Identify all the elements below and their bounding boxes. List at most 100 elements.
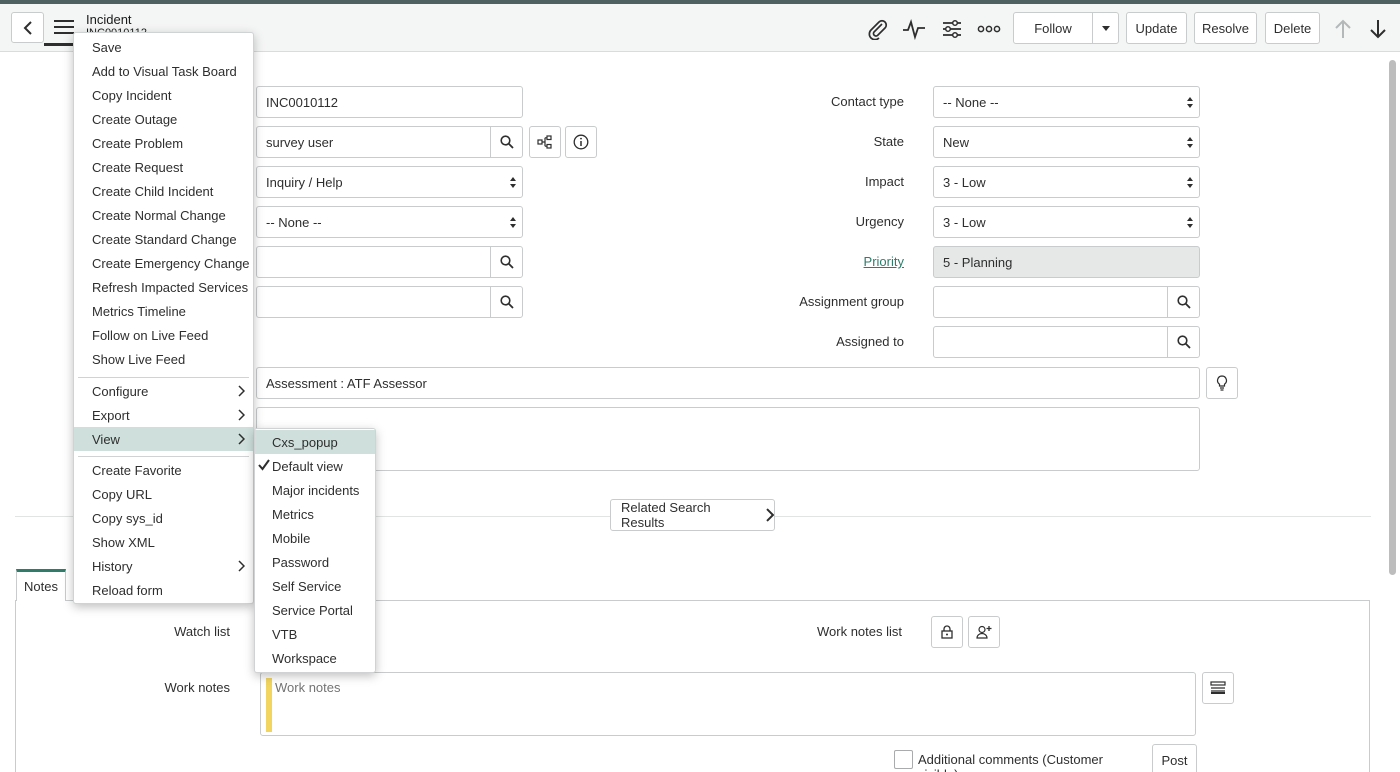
previous-record-button[interactable] — [1330, 16, 1356, 42]
menu-item-show-live-feed[interactable]: Show Live Feed — [74, 347, 253, 371]
lock-icon — [941, 625, 953, 639]
menu-item-create-child-incident[interactable]: Create Child Incident — [74, 179, 253, 203]
next-record-button[interactable] — [1365, 16, 1391, 42]
menu-item-configure[interactable]: Configure — [74, 379, 253, 403]
caller-field[interactable]: survey user — [256, 126, 491, 158]
menu-item-refresh-impacted-services[interactable]: Refresh Impacted Services — [74, 275, 253, 299]
service-field[interactable] — [256, 246, 491, 278]
menu-item-view[interactable]: View — [74, 427, 253, 451]
caller-info-button[interactable] — [565, 126, 597, 158]
menu-item-create-outage[interactable]: Create Outage — [74, 107, 253, 131]
resolve-button[interactable]: Resolve — [1194, 12, 1257, 44]
more-dots-icon — [977, 25, 1001, 33]
menu-item-add-to-visual-task-board[interactable]: Add to Visual Task Board — [74, 59, 253, 83]
follow-button[interactable]: Follow — [1013, 12, 1093, 44]
update-button[interactable]: Update — [1126, 12, 1187, 44]
work-notes-label: Work notes — [164, 680, 230, 695]
menu-item-history[interactable]: History — [74, 554, 253, 578]
lightbulb-icon — [1216, 375, 1228, 391]
personalize-button[interactable] — [939, 16, 965, 42]
short-description-field[interactable]: Assessment : ATF Assessor — [256, 367, 1200, 399]
caret-down-icon — [1101, 25, 1110, 31]
show-dependency-button[interactable] — [529, 126, 561, 158]
scrollbar-thumb[interactable] — [1389, 60, 1396, 575]
view-item-vtb[interactable]: VTB — [255, 622, 375, 646]
menu-item-copy-incident[interactable]: Copy Incident — [74, 83, 253, 107]
work-notes-placeholder: Work notes — [275, 680, 341, 695]
related-search-results-button[interactable]: Related Search Results — [610, 499, 775, 531]
back-button[interactable] — [11, 12, 44, 43]
view-item-self-service[interactable]: Self Service — [255, 574, 375, 598]
delete-button[interactable]: Delete — [1265, 12, 1320, 44]
suggestion-button[interactable] — [1206, 367, 1238, 399]
menu-item-create-emergency-change[interactable]: Create Emergency Change — [74, 251, 253, 275]
assignment-group-lookup-button[interactable] — [1167, 286, 1200, 318]
view-item-service-portal[interactable]: Service Portal — [255, 598, 375, 622]
view-submenu: Cxs_popup Default view Major incidents M… — [254, 428, 376, 673]
work-notes-textarea[interactable]: Work notes — [260, 672, 1196, 736]
dependency-tree-icon — [537, 135, 552, 149]
menu-item-copy-url[interactable]: Copy URL — [74, 482, 253, 506]
additional-comments-checkbox[interactable] — [894, 750, 913, 769]
view-item-default-view[interactable]: Default view — [255, 454, 375, 478]
impact-select[interactable]: 3 - Low — [933, 166, 1200, 198]
search-icon — [1176, 335, 1191, 349]
view-item-mobile[interactable]: Mobile — [255, 526, 375, 550]
menu-item-create-problem[interactable]: Create Problem — [74, 131, 253, 155]
assignment-group-field[interactable] — [933, 286, 1168, 318]
assigned-to-field[interactable] — [933, 326, 1168, 358]
menu-item-save[interactable]: Save — [74, 35, 253, 59]
menu-item-create-standard-change[interactable]: Create Standard Change — [74, 227, 253, 251]
assigned-to-lookup-button[interactable] — [1167, 326, 1200, 358]
add-me-button[interactable] — [968, 616, 1000, 648]
work-notes-template-button[interactable] — [1202, 672, 1234, 704]
view-item-workspace[interactable]: Workspace — [255, 646, 375, 670]
menu-item-follow-on-live-feed[interactable]: Follow on Live Feed — [74, 323, 253, 347]
service-lookup-button[interactable] — [490, 246, 523, 278]
menu-item-view-label: View — [92, 431, 120, 447]
search-icon — [499, 255, 514, 269]
arrow-up-icon — [1335, 19, 1351, 38]
attachment-button[interactable] — [865, 16, 891, 42]
number-field[interactable]: INC0010112 — [256, 86, 523, 118]
menu-item-reload-form[interactable]: Reload form — [74, 578, 253, 602]
menu-item-create-favorite[interactable]: Create Favorite — [74, 458, 253, 482]
menu-item-export-label: Export — [92, 407, 130, 423]
menu-item-metrics-timeline[interactable]: Metrics Timeline — [74, 299, 253, 323]
follow-dropdown-button[interactable] — [1092, 12, 1119, 44]
search-icon — [1176, 295, 1191, 309]
view-item-metrics[interactable]: Metrics — [255, 502, 375, 526]
chevron-right-icon — [238, 385, 245, 397]
activity-button[interactable] — [901, 16, 927, 42]
hamburger-line — [54, 32, 74, 34]
contact-type-select[interactable]: -- None -- — [933, 86, 1200, 118]
menu-item-show-xml[interactable]: Show XML — [74, 530, 253, 554]
configuration-item-field[interactable] — [256, 286, 491, 318]
menu-item-create-normal-change[interactable]: Create Normal Change — [74, 203, 253, 227]
urgency-select[interactable]: 3 - Low — [933, 206, 1200, 238]
menu-item-history-label: History — [92, 558, 133, 574]
view-item-default-view-label: Default view — [272, 458, 343, 474]
caller-lookup-button[interactable] — [490, 126, 523, 158]
menu-item-configure-label: Configure — [92, 383, 149, 399]
priority-link[interactable]: Priority — [760, 254, 904, 269]
post-button[interactable]: Post — [1152, 744, 1197, 772]
more-options-button[interactable] — [976, 16, 1002, 42]
info-icon — [573, 134, 589, 150]
view-item-password[interactable]: Password — [255, 550, 375, 574]
configuration-item-lookup-button[interactable] — [490, 286, 523, 318]
state-select[interactable]: New — [933, 126, 1200, 158]
description-field[interactable] — [256, 407, 1200, 471]
category-select[interactable]: Inquiry / Help — [256, 166, 523, 198]
add-user-icon — [976, 625, 992, 639]
tab-notes[interactable]: Notes — [16, 569, 66, 601]
menu-item-create-request[interactable]: Create Request — [74, 155, 253, 179]
work-notes-list-lock-button[interactable] — [931, 616, 963, 648]
chevron-right-icon — [766, 508, 774, 522]
view-item-cxs-popup[interactable]: Cxs_popup — [255, 430, 375, 454]
view-item-major-incidents[interactable]: Major incidents — [255, 478, 375, 502]
menu-item-export[interactable]: Export — [74, 403, 253, 427]
menu-item-copy-sys-id[interactable]: Copy sys_id — [74, 506, 253, 530]
menu-separator — [78, 456, 249, 457]
subcategory-select[interactable]: -- None -- — [256, 206, 523, 238]
